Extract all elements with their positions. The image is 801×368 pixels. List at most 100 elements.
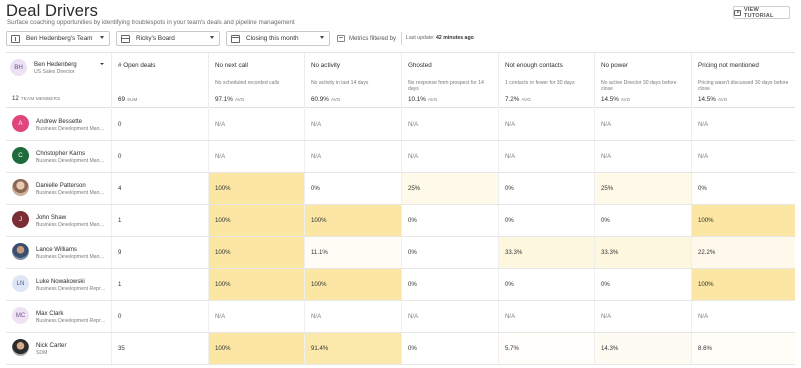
rep-cell[interactable]: A Andrew Bessette Business Development Man…	[6, 109, 111, 140]
metric-value: N/A	[505, 153, 516, 160]
metric-cell[interactable]: N/A	[401, 109, 498, 140]
metric-cell[interactable]: N/A	[401, 141, 498, 172]
metric-cell[interactable]: 8.6%	[691, 333, 795, 364]
metric-cell[interactable]: N/A	[691, 109, 795, 140]
metric-cell[interactable]: N/A	[498, 109, 594, 140]
table-row[interactable]: A Andrew Bessette Business Development Man…	[6, 109, 795, 141]
column-description: No active Director 30 days before close	[601, 80, 677, 93]
metric-cell[interactable]: 100%	[691, 269, 795, 300]
metric-cell[interactable]: 25%	[401, 173, 498, 204]
team-dropdown[interactable]: Ben Hedenberg's Team	[6, 31, 110, 46]
metric-cell[interactable]: 11.1%	[304, 237, 401, 268]
manager-cell[interactable]: BH Ben Hedenberg US Sales Director 12 TEA…	[6, 53, 111, 108]
metric-cell[interactable]: N/A	[594, 141, 691, 172]
column-header[interactable]: No activity No activity in last 14 days 60…	[304, 53, 401, 108]
metric-cell[interactable]: 1	[111, 205, 208, 236]
metric-cell[interactable]: 0%	[401, 205, 498, 236]
metric-cell[interactable]: N/A	[208, 109, 304, 140]
table-row[interactable]: Danielle Patterson Business Development M…	[6, 173, 795, 205]
metric-cell[interactable]: 0%	[401, 333, 498, 364]
metric-cell[interactable]: 0%	[498, 205, 594, 236]
metric-cell[interactable]: 91.4%	[304, 333, 401, 364]
table-row[interactable]: MC Max ClarkBusiness Development Represen…	[6, 301, 795, 333]
rep-cell[interactable]: Nick Carter SDM	[6, 333, 111, 364]
rep-cell[interactable]: J John Shaw Business Development Manager	[6, 205, 111, 236]
metric-cell[interactable]: N/A	[498, 301, 594, 332]
metric-cell[interactable]: 0	[111, 109, 208, 140]
metric-cell[interactable]: 9	[111, 237, 208, 268]
metric-cell[interactable]: N/A	[691, 141, 795, 172]
metric-cell[interactable]: 100%	[208, 205, 304, 236]
metrics-filter[interactable]: Metrics filtered by	[337, 31, 396, 46]
metric-cell[interactable]: 0	[111, 301, 208, 332]
metric-cell[interactable]: 0%	[401, 269, 498, 300]
rep-cell[interactable]: Lance Williams Business Development Manag…	[6, 237, 111, 268]
table-row[interactable]: C Christopher Karns Business Development M…	[6, 141, 795, 173]
column-header[interactable]: No power No active Director 30 days befor…	[594, 53, 691, 108]
metric-cell[interactable]: N/A	[304, 109, 401, 140]
rep-cell[interactable]: MC Max ClarkBusiness Development Represen…	[6, 301, 111, 332]
metric-cell[interactable]: 0	[111, 141, 208, 172]
table-row[interactable]: Lance Williams Business Development Manag…	[6, 237, 795, 269]
metric-cell[interactable]: 35	[111, 333, 208, 364]
table-row[interactable]: J John Shaw Business Development Manager 1 1…	[6, 205, 795, 237]
metric-cell[interactable]: 100%	[208, 333, 304, 364]
metric-cell[interactable]: 4	[111, 173, 208, 204]
metric-cell[interactable]: N/A	[401, 301, 498, 332]
rep-name: Andrew Bessette	[36, 118, 83, 125]
rep-cell[interactable]: Danielle Patterson Business Development M…	[6, 173, 111, 204]
view-tutorial-button[interactable]: VIEW TUTORIAL	[733, 6, 790, 19]
metric-cell[interactable]: N/A	[498, 141, 594, 172]
column-header[interactable]: No next call No scheduled recorded calls 9…	[208, 53, 304, 108]
rep-role: Business Development Manager	[36, 190, 106, 196]
metric-cell[interactable]: N/A	[594, 301, 691, 332]
metric-cell[interactable]: 100%	[208, 237, 304, 268]
metric-value: N/A	[698, 121, 709, 128]
metric-value: 100%	[215, 185, 231, 192]
last-update: Last update: 42 minutes ago	[406, 35, 474, 41]
metric-cell[interactable]: N/A	[691, 301, 795, 332]
metric-cell[interactable]: 100%	[304, 269, 401, 300]
metric-cell[interactable]: 33.3%	[498, 237, 594, 268]
metric-cell[interactable]: 0%	[691, 173, 795, 204]
metric-value: N/A	[408, 121, 419, 128]
metric-cell[interactable]: N/A	[208, 301, 304, 332]
manager-caret-icon[interactable]	[100, 63, 104, 65]
metric-cell[interactable]: 0%	[304, 173, 401, 204]
metric-cell[interactable]: 5.7%	[498, 333, 594, 364]
metric-cell[interactable]: 0%	[594, 269, 691, 300]
board-dropdown[interactable]: Ricky's Board	[116, 31, 220, 46]
metric-cell[interactable]: 22.2%	[691, 237, 795, 268]
metric-cell[interactable]: N/A	[594, 109, 691, 140]
period-dropdown[interactable]: Closing this month	[226, 31, 330, 46]
metric-value: 33.3%	[505, 249, 523, 256]
metric-cell[interactable]: 33.3%	[594, 237, 691, 268]
table-row[interactable]: Nick Carter SDM 35 100% 91.4% 0% 5.7% 14.3% 8.6%	[6, 333, 795, 365]
column-name: No activity	[311, 62, 341, 69]
column-header[interactable]: # Open deals 69 SUM	[111, 53, 208, 108]
calendar-icon	[231, 34, 240, 43]
metric-cell[interactable]: 1	[111, 269, 208, 300]
rep-cell[interactable]: LN Luke Nowakowski Business Development Re…	[6, 269, 111, 300]
metric-cell[interactable]: 100%	[304, 205, 401, 236]
metric-cell[interactable]: 0%	[498, 269, 594, 300]
rep-avatar	[12, 179, 29, 196]
column-header[interactable]: Ghosted No response from prospect for 14 …	[401, 53, 498, 108]
rep-cell[interactable]: C Christopher Karns Business Development M…	[6, 141, 111, 172]
metric-cell[interactable]: 0%	[594, 205, 691, 236]
metric-value: 0%	[311, 185, 320, 192]
column-description: No response from prospect for 14 days	[408, 80, 484, 93]
column-header[interactable]: Pricing not mentioned Pricing wasn't disc…	[691, 53, 795, 108]
metric-cell[interactable]: 100%	[691, 205, 795, 236]
metric-cell[interactable]: N/A	[304, 301, 401, 332]
metric-cell[interactable]: 25%	[594, 173, 691, 204]
table-row[interactable]: LN Luke Nowakowski Business Development Re…	[6, 269, 795, 301]
metric-cell[interactable]: 100%	[208, 269, 304, 300]
metric-cell[interactable]: 0%	[401, 237, 498, 268]
metric-cell[interactable]: N/A	[208, 141, 304, 172]
column-header[interactable]: Not enough contacts 1 contacts or fewer f…	[498, 53, 594, 108]
metric-cell[interactable]: N/A	[304, 141, 401, 172]
metric-cell[interactable]: 100%	[208, 173, 304, 204]
metric-cell[interactable]: 0%	[498, 173, 594, 204]
metric-cell[interactable]: 14.3%	[594, 333, 691, 364]
